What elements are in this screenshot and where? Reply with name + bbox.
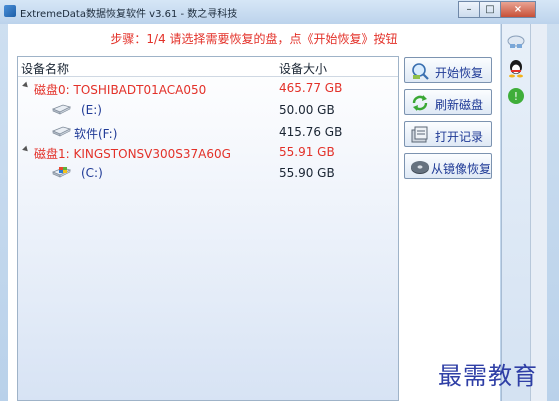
disk-name: 磁盘0: TOSHIBADT01ACA050 xyxy=(34,83,207,97)
list-item-partition-c[interactable]: (C:) 55.90 GB xyxy=(18,163,398,183)
svg-text:!: ! xyxy=(514,90,518,103)
watermark: 最需教育 xyxy=(438,362,538,390)
main-panel: 步骤：1/4 请选择需要恢复的盘，点《开始恢复》按钮 设备名称 设备大小 磁盘0… xyxy=(8,24,500,401)
start-recovery-button[interactable]: 开始恢复 xyxy=(404,57,492,83)
list-item-disk0[interactable]: 磁盘0: TOSHIBADT01ACA050 465.77 GB xyxy=(18,78,398,98)
help-icon[interactable]: ! xyxy=(506,86,526,106)
partition-name: (E:) xyxy=(81,103,102,117)
partition-name: 软件(F:) xyxy=(74,127,118,141)
hard-drive-icon xyxy=(51,104,71,115)
list-item-partition-e[interactable]: (E:) 50.00 GB xyxy=(18,100,398,120)
record-folder-icon xyxy=(411,126,428,143)
start-recovery-label: 开始恢复 xyxy=(435,66,484,80)
disk-size: 55.91 GB xyxy=(279,145,335,159)
list-item-partition-f[interactable]: 软件(F:) 415.76 GB xyxy=(18,122,398,142)
open-record-button[interactable]: 打开记录 xyxy=(404,121,492,147)
side-toolbar: ! xyxy=(501,24,530,401)
maximize-button[interactable]: □ xyxy=(479,1,501,18)
recover-from-image-button[interactable]: 从镜像恢复 xyxy=(404,153,492,179)
system-drive-icon xyxy=(51,167,71,178)
minimize-button[interactable]: – xyxy=(458,1,480,18)
refresh-disk-label: 刷新磁盘 xyxy=(435,98,484,112)
disk-size: 465.77 GB xyxy=(279,81,343,95)
disk-image-icon xyxy=(411,161,429,174)
refresh-disk-button[interactable]: 刷新磁盘 xyxy=(404,89,492,115)
qq-icon[interactable] xyxy=(506,58,526,78)
partition-size: 50.00 GB xyxy=(279,103,335,117)
close-button[interactable]: × xyxy=(500,1,536,18)
list-header: 设备名称 设备大小 xyxy=(18,57,398,77)
partition-name: (C:) xyxy=(81,166,103,180)
recover-from-image-label: 从镜像恢复 xyxy=(431,162,492,176)
recovery-search-icon xyxy=(412,63,429,80)
network-icon[interactable] xyxy=(506,32,526,52)
device-list[interactable]: 设备名称 设备大小 磁盘0: TOSHIBADT01ACA050 465.77 … xyxy=(17,56,399,401)
partition-size: 415.76 GB xyxy=(279,125,343,139)
window-title: ExtremeData数据恢复软件 v3.61 - 数之寻科技 xyxy=(20,9,238,20)
title-bar: ExtremeData数据恢复软件 v3.61 - 数之寻科技 – □ × xyxy=(0,0,559,24)
expand-arrow-icon[interactable] xyxy=(22,81,30,90)
hard-drive-icon xyxy=(51,126,71,137)
step-instruction: 步骤：1/4 请选择需要恢复的盘，点《开始恢复》按钮 xyxy=(110,32,398,46)
header-device-size[interactable]: 设备大小 xyxy=(279,60,327,77)
header-device-name[interactable]: 设备名称 xyxy=(21,60,69,77)
open-record-label: 打开记录 xyxy=(435,130,484,144)
expand-arrow-icon[interactable] xyxy=(22,145,30,154)
partition-size: 55.90 GB xyxy=(279,166,335,180)
disk-name: 磁盘1: KINGSTONSV300S37A60G xyxy=(34,147,231,161)
scrollbar[interactable] xyxy=(530,24,547,401)
list-item-disk1[interactable]: 磁盘1: KINGSTONSV300S37A60G 55.91 GB xyxy=(18,142,398,162)
app-window: ExtremeData数据恢复软件 v3.61 - 数之寻科技 – □ × 步骤… xyxy=(0,0,559,401)
refresh-icon xyxy=(412,95,428,111)
app-icon xyxy=(4,5,16,17)
